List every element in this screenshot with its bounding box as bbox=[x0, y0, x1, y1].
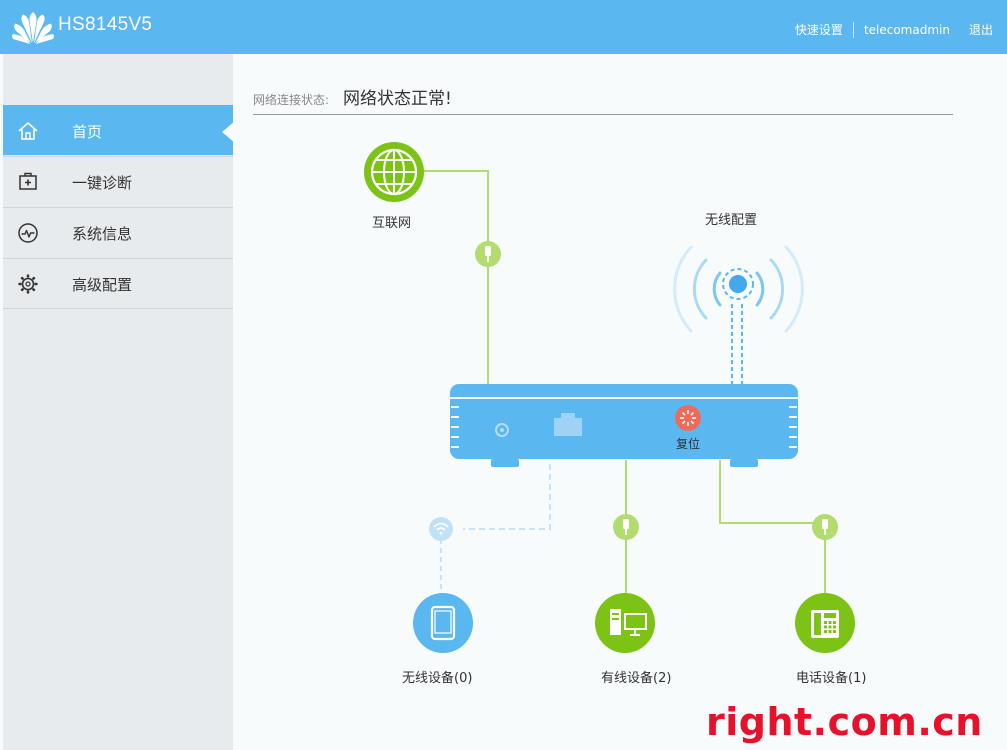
reset-icon[interactable] bbox=[675, 405, 701, 431]
top-header: HS8145V5 快速设置 telecomadmin 退出 bbox=[0, 0, 1007, 54]
network-topology-diagram bbox=[364, 142, 855, 653]
huawei-logo-icon bbox=[12, 12, 54, 44]
wifi-antenna-line bbox=[731, 304, 743, 384]
top-links: 快速设置 telecomadmin 退出 bbox=[795, 21, 993, 38]
gear-icon bbox=[18, 274, 38, 294]
device-model-title: HS8145V5 bbox=[58, 14, 153, 35]
sidebar: 首页 一键诊断 系统信息 高级配置 bbox=[3, 54, 235, 750]
home-icon bbox=[18, 122, 38, 140]
phone-link-line bbox=[719, 460, 826, 599]
sidebar-item-advanced[interactable]: 高级配置 bbox=[3, 258, 233, 308]
sidebar-item-home[interactable]: 首页 bbox=[3, 105, 235, 155]
internet-link-line bbox=[423, 170, 489, 384]
wired-devices-label[interactable]: 有线设备(2) bbox=[601, 667, 671, 686]
reset-label: 复位 bbox=[676, 437, 701, 451]
sidebar-item-label: 首页 bbox=[72, 123, 103, 141]
tablet-icon[interactable] bbox=[413, 593, 473, 653]
sidebar-item-diagnosis[interactable]: 一键诊断 bbox=[3, 156, 233, 206]
wifi-small-icon bbox=[429, 517, 453, 541]
router-device bbox=[450, 384, 798, 467]
sidebar-item-label: 系统信息 bbox=[72, 225, 133, 243]
internet-label: 互联网 bbox=[372, 216, 412, 231]
first-aid-icon bbox=[19, 172, 37, 190]
sidebar-divider bbox=[3, 308, 233, 309]
wifi-signal-icon[interactable] bbox=[673, 245, 804, 333]
main-content: 网络连接状态: 网络状态正常! 互联网 无线配置 复位 无线设备(0) 有线设备… bbox=[233, 54, 1007, 750]
username-link[interactable]: telecomadmin bbox=[864, 23, 950, 37]
plug-icon bbox=[475, 241, 501, 267]
pulse-icon bbox=[18, 223, 38, 243]
wifi-config-label[interactable]: 无线配置 bbox=[705, 209, 757, 228]
wireless-devices-label[interactable]: 无线设备(0) bbox=[402, 667, 472, 686]
sidebar-item-label: 一键诊断 bbox=[72, 174, 133, 192]
phone-devices-label[interactable]: 电话设备(1) bbox=[796, 667, 866, 686]
sidebar-item-label: 高级配置 bbox=[72, 276, 133, 294]
link-divider bbox=[852, 21, 854, 38]
logout-link[interactable]: 退出 bbox=[969, 21, 993, 38]
telephone-icon[interactable] bbox=[795, 593, 855, 653]
sidebar-item-system-info[interactable]: 系统信息 bbox=[3, 207, 233, 257]
globe-icon[interactable] bbox=[364, 142, 424, 202]
plug-icon bbox=[613, 514, 639, 540]
computer-icon[interactable] bbox=[595, 593, 655, 653]
wireless-link-line bbox=[463, 464, 551, 530]
watermark-text: right.com.cn bbox=[706, 700, 983, 744]
plug-icon bbox=[812, 514, 838, 540]
quick-setup-link[interactable]: 快速设置 bbox=[795, 21, 843, 38]
